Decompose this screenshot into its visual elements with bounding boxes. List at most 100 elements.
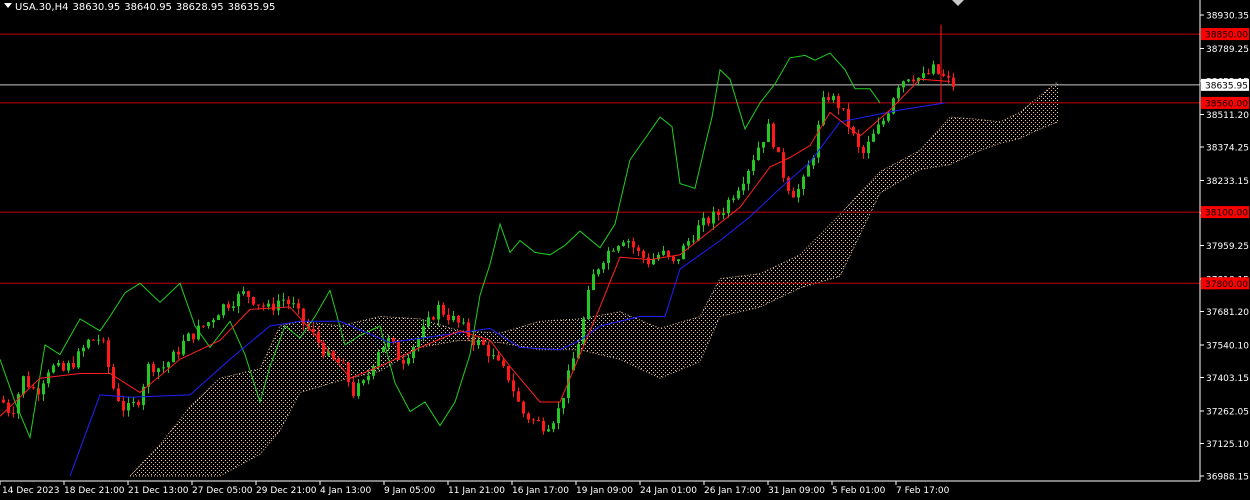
candle-body [897,87,900,99]
candle-body [292,303,295,305]
candle-body [152,364,155,373]
candle-body [402,359,405,364]
candle-body [542,420,545,432]
candle-body [442,304,445,315]
candle-body [47,372,50,384]
candle-body [867,141,870,154]
candle-body [597,269,600,275]
candle-body [287,299,290,305]
candle-body [532,419,535,421]
candle-body [617,246,620,251]
candle-body [172,351,175,363]
candle-body [247,291,250,298]
candle-body [477,340,480,346]
candle-body [122,401,125,411]
candle-body [927,73,930,75]
ohlc-close: 38635.95 [227,2,276,13]
candle-body [622,242,625,247]
candle-body [272,303,275,311]
candle-body [827,97,830,101]
x-tick-label: 29 Dec 21:00 [256,486,317,496]
candle-body [752,160,755,171]
candle-body [357,383,360,396]
candle-body [97,339,100,341]
candle-body [837,95,840,109]
candle-body [382,347,385,353]
dropdown-triangle-icon[interactable] [4,3,12,8]
candle-body [692,240,695,242]
candle-body [62,363,65,371]
candle-body [652,259,655,265]
candle-body [582,319,585,344]
candle-body [647,257,650,265]
candle-body [707,217,710,224]
candle-body [777,147,780,153]
x-tick-label: 24 Jan 01:00 [640,486,697,496]
candle-body [32,387,35,389]
price-chart[interactable]: 38930.3538789.2538652.1538511.2038374.25… [0,0,1250,500]
candle-body [187,333,190,341]
candle-body [162,367,165,369]
candle-body [147,364,150,387]
candle-body [102,339,105,341]
ohlc-open: 38630.95 [72,2,121,13]
candle-body [702,217,705,226]
y-tick-label: 37959.25 [1206,242,1249,252]
candle-body [412,347,415,359]
candle-body [537,420,540,422]
candle-body [667,250,670,257]
candle-body [862,147,865,154]
ohlc-low: 38628.95 [175,2,224,13]
candle-body [12,412,15,414]
candle-body [127,402,130,411]
level-label-text: 38850.00 [1205,31,1248,41]
x-tick-label: 19 Jan 09:00 [576,486,633,496]
candle-body [177,351,180,355]
candle-body [377,352,380,367]
candle-body [662,250,665,255]
candle-body [22,376,25,395]
candle-body [352,382,355,396]
candle-body [87,339,90,348]
candle-body [522,401,525,414]
candle-body [427,317,430,327]
x-tick-label: 21 Dec 13:00 [128,486,189,496]
candle-body [212,320,215,323]
x-tick-label: 5 Feb 01:00 [832,486,886,496]
x-tick-label: 7 Feb 17:00 [896,486,950,496]
candle-body [222,304,225,316]
candle-body [512,380,515,392]
candle-body [277,300,280,311]
candle-body [462,322,465,324]
y-tick-label: 37681.20 [1206,308,1249,318]
candle-body [592,274,595,291]
candle-body [282,299,285,301]
candle-body [547,429,550,432]
candle-body [902,81,905,88]
candle-body [182,340,185,355]
candle-body [642,250,645,258]
candle-body [952,77,955,87]
candle-body [882,120,885,125]
candle-body [937,64,940,74]
x-tick-label: 18 Dec 21:00 [64,486,125,496]
candle-body [767,123,770,143]
candle-body [467,322,470,337]
candle-body [407,358,410,364]
candle-body [117,388,120,402]
candle-body [492,355,495,357]
candle-body [92,339,95,341]
candle-body [217,315,220,321]
candle-body [502,360,505,367]
candle-body [912,79,915,82]
candle-body [807,165,810,177]
candle-body [422,326,425,339]
y-tick-label: 38789.25 [1206,45,1249,55]
candle-body [362,380,365,384]
candle-body [717,211,720,215]
candle-body [722,213,725,215]
x-tick-label: 9 Jan 05:00 [384,486,436,496]
level-label-text: 38560.00 [1205,99,1248,109]
candle-body [132,401,135,403]
candle-body [72,362,75,368]
